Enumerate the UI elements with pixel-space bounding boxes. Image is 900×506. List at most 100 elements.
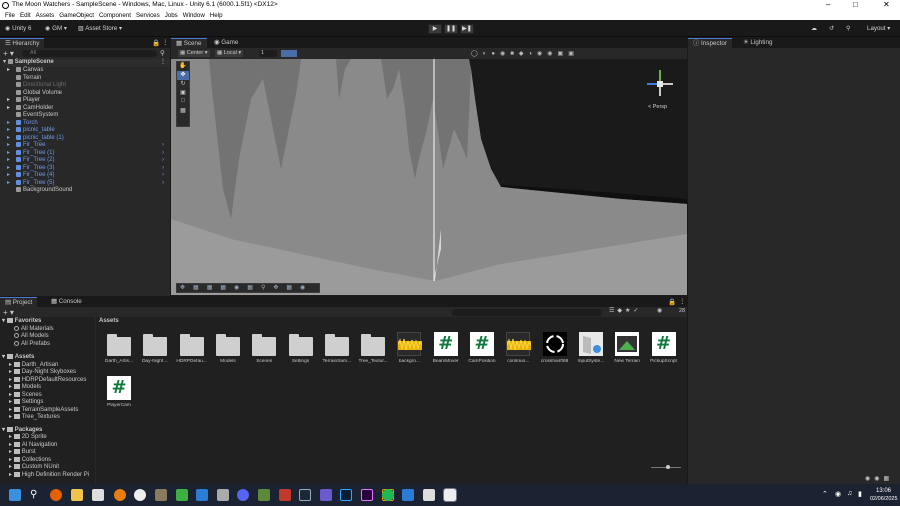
scene-viewport[interactable]: ✋ ✥ ↻ ▣ □ ▦ < Persp ✥▦▦▦◉▦⚲✥▦◉	[171, 59, 687, 295]
app-green-icon[interactable]	[176, 489, 188, 501]
layout-dropdown[interactable]: Layout ▾	[864, 23, 893, 34]
hierarchy-item[interactable]: ▸ picnic_table	[7, 127, 170, 135]
asset-folder[interactable]: Tree_Textur...	[356, 332, 390, 364]
space-dropdown[interactable]: ▦ Local ▾	[215, 50, 244, 57]
tab-game[interactable]: ◉ Game	[209, 38, 243, 48]
gimp-icon[interactable]	[155, 489, 167, 501]
account-button[interactable]: ◉ Unity 6	[2, 23, 34, 34]
scene-gizmo[interactable]	[643, 67, 677, 101]
tab-inspector[interactable]: ⓘ Inspector	[688, 38, 732, 48]
unity-hub-icon[interactable]	[423, 489, 435, 501]
package-item[interactable]: ▸ 2D Sprite	[9, 434, 47, 442]
close-button[interactable]: ✕	[883, 0, 890, 9]
file-explorer-icon[interactable]	[71, 489, 83, 501]
zoom-slider[interactable]	[651, 465, 681, 469]
app-icon[interactable]	[217, 489, 229, 501]
move-tool-icon[interactable]: ✥	[177, 71, 189, 80]
play-button[interactable]: ▶	[428, 24, 442, 34]
open-prefab-icon[interactable]: ›	[162, 157, 164, 165]
hierarchy-item[interactable]: EventSystem	[16, 112, 170, 120]
rect-tool-icon[interactable]: □	[177, 98, 189, 107]
open-prefab-icon[interactable]: ›	[162, 180, 164, 188]
pause-button[interactable]: ❚❚	[444, 24, 458, 34]
more-icon[interactable]: ⋮	[160, 59, 166, 67]
filter-icon[interactable]: ⚲	[160, 49, 165, 57]
mail-icon[interactable]	[196, 489, 208, 501]
minecraft-icon[interactable]	[258, 489, 270, 501]
folder-item[interactable]: ▸ Scenes	[9, 391, 42, 400]
folder-item[interactable]: ▸ Settings	[9, 399, 43, 407]
more-icon[interactable]: ⋮	[162, 38, 169, 46]
expand-arrow-icon[interactable]: ▸	[7, 165, 10, 173]
tab-lighting[interactable]: ☀ Lighting	[738, 38, 777, 48]
hierarchy-item[interactable]: ▸ Canvas	[7, 67, 170, 75]
clock-date[interactable]: 02/06/2025	[870, 496, 898, 502]
discord-icon[interactable]	[237, 489, 249, 501]
wifi-icon[interactable]: ◉	[835, 490, 841, 498]
menu-component[interactable]: Component	[99, 11, 131, 20]
asset-image[interactable]: crosshair068	[538, 332, 572, 364]
start-icon[interactable]	[9, 489, 21, 501]
package-item[interactable]: ▸ Collections	[9, 456, 51, 465]
favorite-item[interactable]: All Materials	[14, 325, 54, 334]
rotate-tool-icon[interactable]: ↻	[177, 80, 189, 89]
asset-script[interactable]: # BeamMover	[429, 332, 463, 364]
hierarchy-item[interactable]: ▸ Fir_Tree (2) ›	[7, 157, 170, 165]
expand-arrow-icon[interactable]: ▸	[7, 127, 10, 135]
premiere-icon[interactable]	[361, 489, 373, 501]
cloud-icon[interactable]: ☁	[808, 23, 820, 34]
lock-icon[interactable]: 🔒	[152, 39, 160, 47]
tab-scene[interactable]: ▦ Scene	[171, 38, 207, 48]
more-icon[interactable]: ⋮	[679, 297, 686, 305]
expand-arrow-icon[interactable]: ▸	[7, 157, 10, 165]
packages-header[interactable]: ▾ Packages	[2, 426, 42, 435]
tray-chevron-icon[interactable]: ⌃	[822, 490, 828, 498]
persp-label[interactable]: < Persp	[648, 104, 667, 110]
asset-script[interactable]: # CamPosition	[465, 332, 499, 364]
folder-item[interactable]: ▸ HDRPDefaultResources	[9, 376, 86, 385]
hierarchy-item[interactable]: Terrain	[16, 74, 170, 83]
asset-folder[interactable]: Darth_Artis...	[102, 332, 136, 364]
assets-header[interactable]: ▾ Assets	[2, 354, 34, 362]
history-icon[interactable]: ↺	[826, 23, 837, 34]
menu-help[interactable]: Help	[210, 11, 223, 20]
folder-item[interactable]: ▸ Models	[9, 384, 41, 392]
minimize-button[interactable]: –	[826, 0, 830, 9]
menu-file[interactable]: File	[5, 11, 15, 20]
open-prefab-icon[interactable]: ›	[162, 142, 164, 150]
favorites-header[interactable]: ▾ Favorites	[2, 318, 41, 326]
asset-audio[interactable]: backgro...	[392, 332, 426, 364]
firefox-icon[interactable]	[50, 489, 62, 501]
asset-folder[interactable]: TerrainSam...	[320, 332, 354, 364]
status-icons[interactable]: ◉◉▦	[865, 475, 893, 482]
favorite-item[interactable]: All Prefabs	[14, 340, 50, 349]
slider-handle[interactable]	[666, 465, 670, 469]
menu-gameobject[interactable]: GameObject	[59, 11, 94, 20]
asset-folder[interactable]: Models	[211, 332, 245, 364]
eye-icon[interactable]: ◉	[657, 307, 662, 314]
search-icon[interactable]: ⚲	[30, 489, 42, 501]
folder-item[interactable]: ▸ Darth_Artisan	[9, 361, 58, 370]
app-icon[interactable]	[320, 489, 332, 501]
grid-snap-button[interactable]	[281, 50, 297, 57]
menu-edit[interactable]: Edit	[20, 11, 31, 20]
hierarchy-item[interactable]: Global Volume	[16, 89, 170, 98]
expand-arrow-icon[interactable]: ▸	[7, 135, 10, 143]
expand-arrow-icon[interactable]: ▸	[7, 180, 10, 188]
asset-script[interactable]: # PickupScript	[647, 332, 681, 364]
asset-script[interactable]: # PlayerCam	[102, 376, 136, 408]
hierarchy-item[interactable]: ▸ picnic_table (1)	[7, 134, 170, 143]
expand-arrow-icon[interactable]: ▸	[7, 172, 10, 180]
hierarchy-item[interactable]: ▸ Fir_Tree (5) ›	[7, 179, 170, 188]
folder-item[interactable]: ▸ TerrainSampleAssets	[9, 406, 78, 415]
scene-view-options[interactable]: ◯◐●◉■◆◑◉◉▣▣	[471, 50, 579, 57]
user-button[interactable]: ◉ GM ▾	[42, 23, 70, 34]
tab-project[interactable]: ▤ Project	[0, 297, 38, 307]
menu-services[interactable]: Services	[136, 11, 160, 20]
expand-arrow-icon[interactable]: ▸	[7, 67, 10, 75]
hierarchy-item[interactable]: ▸ Fir_Tree (4) ›	[7, 172, 170, 180]
package-item[interactable]: ▸ Custom NUnit	[9, 464, 59, 472]
search-icon[interactable]: ⚲	[843, 23, 854, 34]
favorite-item[interactable]: All Models	[14, 333, 49, 341]
asset-folder[interactable]: Day-Night ...	[138, 332, 172, 364]
